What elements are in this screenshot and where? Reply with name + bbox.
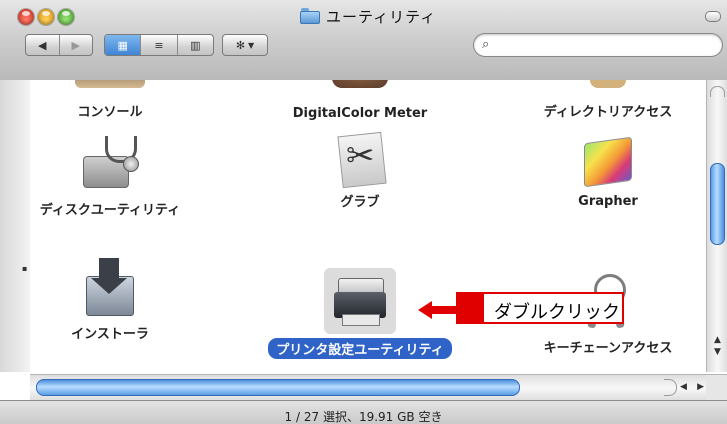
item-label: DigitalColor Meter — [292, 106, 428, 121]
icon-view-button[interactable]: ▦ — [105, 35, 141, 55]
resize-marker: ▪ — [22, 264, 28, 273]
folder-icon — [300, 8, 320, 24]
item-label: ディスクユーティリティ — [39, 203, 181, 218]
double-click-callout: ダブルクリック — [456, 292, 624, 324]
status-bar: 1 / 27 選択、19.91 GB 空き — [0, 400, 727, 424]
column-view-button[interactable]: ▥ — [176, 35, 213, 55]
scroll-down-arrow[interactable]: ▼ — [711, 346, 724, 358]
search-icon: ⌕ — [482, 37, 490, 52]
horizontal-scroll-arrows: ◀ ▶ — [680, 379, 704, 394]
installer-icon — [83, 258, 137, 316]
vertical-scroll-thumb[interactable] — [710, 163, 725, 245]
item-grab[interactable]: ✂ グラブ — [260, 130, 460, 211]
printer-icon-highlight — [324, 268, 396, 334]
item-installer[interactable]: インストーラ — [30, 258, 210, 343]
icon-view: コンソール DigitalColor Meter ディレクトリアクセス ディスク… — [30, 80, 706, 372]
directory-access-icon — [590, 80, 626, 88]
console-icon — [75, 80, 145, 88]
zoom-button[interactable] — [58, 9, 74, 25]
forward-button[interactable]: ▶ — [58, 35, 93, 55]
window-title-text: ユーティリティ — [326, 7, 437, 26]
status-text: 1 / 27 選択、19.91 GB 空き — [284, 410, 443, 424]
callout-marker — [458, 294, 484, 322]
search-input[interactable] — [500, 37, 714, 55]
back-button[interactable]: ◀ — [26, 35, 59, 55]
vertical-scroll-track-top — [710, 86, 725, 97]
gear-icon: ✻ — [235, 38, 246, 52]
action-menu-button[interactable]: ✻ ▼ — [222, 34, 268, 56]
search-field[interactable]: ⌕ — [473, 33, 723, 57]
item-label: ディレクトリアクセス — [543, 105, 673, 120]
printer-icon — [334, 278, 386, 326]
chevron-down-icon: ▼ — [248, 40, 255, 50]
window-title: ユーティリティ — [300, 4, 436, 28]
item-console[interactable]: コンソール — [30, 80, 210, 121]
back-forward-buttons: ◀ ▶ — [25, 34, 93, 56]
item-disk-utility[interactable]: ディスクユーティリティ — [30, 136, 210, 219]
item-directory-access[interactable]: ディレクトリアクセス — [508, 80, 706, 121]
vertical-scroll-arrows: ▲ ▼ — [711, 334, 724, 358]
disk-utility-icon — [79, 136, 141, 190]
list-view-button[interactable]: ≡ — [140, 35, 176, 55]
grapher-icon — [580, 134, 636, 188]
toolbar-toggle-button[interactable] — [705, 11, 721, 22]
scroll-right-arrow[interactable]: ▶ — [697, 382, 704, 392]
window-left-edge — [0, 80, 30, 372]
horizontal-scroll-thumb[interactable] — [36, 379, 520, 396]
scroll-up-arrow[interactable]: ▲ — [711, 334, 724, 346]
item-label: インストーラ — [71, 327, 149, 342]
callout-arrow-line — [430, 306, 456, 314]
item-label: キーチェーンアクセス — [543, 341, 673, 356]
minimize-button[interactable] — [38, 9, 54, 25]
finder-window: ユーティリティ ◀ ▶ ▦ ≡ ▥ ✻ ▼ ⌕ ▪ コンソール DigitalC… — [0, 0, 727, 424]
item-digitalcolor-meter[interactable]: DigitalColor Meter — [260, 80, 460, 122]
item-label: Grapher — [578, 194, 638, 209]
item-label-selected: プリンタ設定ユーティリティ — [268, 338, 452, 359]
item-label: コンソール — [77, 105, 143, 120]
close-button[interactable] — [18, 9, 34, 25]
view-mode-buttons: ▦ ≡ ▥ — [104, 34, 214, 56]
callout-text: ダブルクリック — [494, 302, 620, 323]
item-label: グラブ — [340, 195, 380, 210]
grab-icon: ✂ — [336, 130, 387, 189]
item-grapher[interactable]: Grapher — [508, 134, 706, 210]
digitalcolor-meter-icon — [332, 80, 388, 88]
scroll-corner — [706, 374, 727, 401]
scroll-left-arrow[interactable]: ◀ — [680, 382, 687, 392]
